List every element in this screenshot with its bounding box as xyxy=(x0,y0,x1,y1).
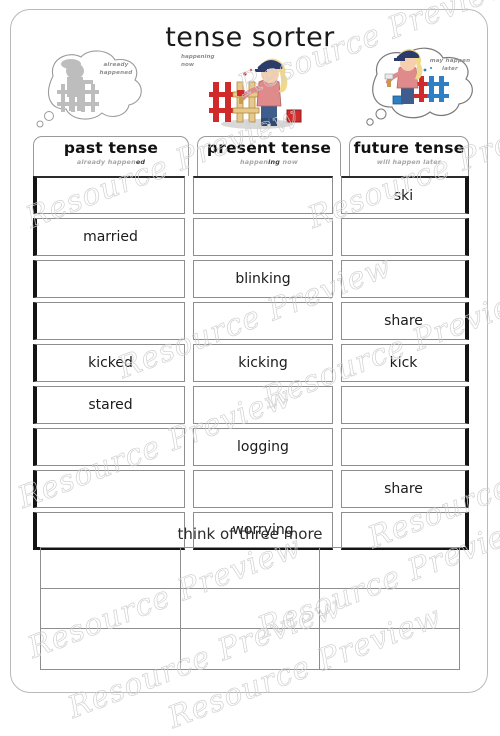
cell-past[interactable]: married xyxy=(33,218,185,256)
cell-future[interactable] xyxy=(341,386,469,424)
extra-words-grid xyxy=(40,547,460,670)
extra-word-cell[interactable] xyxy=(320,548,460,589)
cell-present[interactable] xyxy=(193,302,333,340)
column-header-future: future tense will happen later xyxy=(349,136,469,176)
column-headers: past tense already happened present tens… xyxy=(33,136,469,176)
table-row: stared xyxy=(33,386,469,424)
cell-past[interactable]: stared xyxy=(33,386,185,424)
bottom-prompt: think of three more xyxy=(177,525,323,543)
cell-future[interactable]: ski xyxy=(341,176,469,214)
cell-future[interactable]: kick xyxy=(341,344,469,382)
cell-present[interactable] xyxy=(193,386,333,424)
extra-word-cell[interactable] xyxy=(180,588,321,630)
column-header-future-sub: will happen later xyxy=(376,158,442,166)
cell-present[interactable]: kicking xyxy=(193,344,333,382)
future-thought-bubble: may happen later xyxy=(351,40,481,128)
cell-past[interactable] xyxy=(33,470,185,508)
extra-word-cell[interactable] xyxy=(41,588,181,630)
cell-past[interactable]: kicked xyxy=(33,344,185,382)
cell-past[interactable] xyxy=(33,260,185,298)
column-header-present-label: present tense xyxy=(206,139,332,157)
column-header-present: present tense happening now xyxy=(197,136,341,176)
worksheet-page: tense sorter already happened happening … xyxy=(10,9,488,693)
cell-future[interactable]: share xyxy=(341,470,469,508)
illustration-band: already happened happening now may happe… xyxy=(11,36,487,132)
column-header-past: past tense already happened xyxy=(33,136,189,176)
table-row: share xyxy=(33,470,469,508)
table-row: kicked kicking kick xyxy=(33,344,469,382)
table-row: logging xyxy=(33,428,469,466)
past-bubble-label: already happened xyxy=(99,62,133,76)
tense-sorting-grid: ski married blinking share kicked kicking kick… xyxy=(33,176,469,550)
cell-future[interactable]: share xyxy=(341,302,469,340)
cell-present[interactable]: logging xyxy=(193,428,333,466)
cell-past[interactable] xyxy=(33,428,185,466)
extra-word-cell[interactable] xyxy=(41,629,181,670)
column-header-future-label: future tense xyxy=(353,139,465,157)
cell-past[interactable] xyxy=(33,176,185,214)
cell-past[interactable] xyxy=(33,302,185,340)
table-row: blinking xyxy=(33,260,469,298)
cell-present[interactable]: blinking xyxy=(193,260,333,298)
cell-future[interactable] xyxy=(341,428,469,466)
present-art-label: happening now xyxy=(181,54,215,68)
extra-word-cell[interactable] xyxy=(320,629,460,670)
cell-present[interactable] xyxy=(193,470,333,508)
present-illustration: happening now xyxy=(181,48,311,132)
column-header-past-label: past tense xyxy=(63,139,159,157)
extra-word-cell[interactable] xyxy=(180,548,321,589)
table-row: ski xyxy=(33,176,469,214)
column-header-past-sub: already happened xyxy=(76,158,146,166)
past-thought-bubble: already happened xyxy=(23,44,151,130)
extra-word-cell[interactable] xyxy=(180,629,321,670)
cell-future[interactable] xyxy=(341,260,469,298)
cell-present[interactable] xyxy=(193,176,333,214)
column-header-present-sub: happening now xyxy=(240,158,298,166)
extra-word-cell[interactable] xyxy=(320,588,460,630)
future-bubble-label: may happen later xyxy=(429,58,471,72)
table-row: share xyxy=(33,302,469,340)
extra-word-cell[interactable] xyxy=(41,548,181,589)
cell-future[interactable] xyxy=(341,218,469,256)
table-row: married xyxy=(33,218,469,256)
cell-present[interactable] xyxy=(193,218,333,256)
